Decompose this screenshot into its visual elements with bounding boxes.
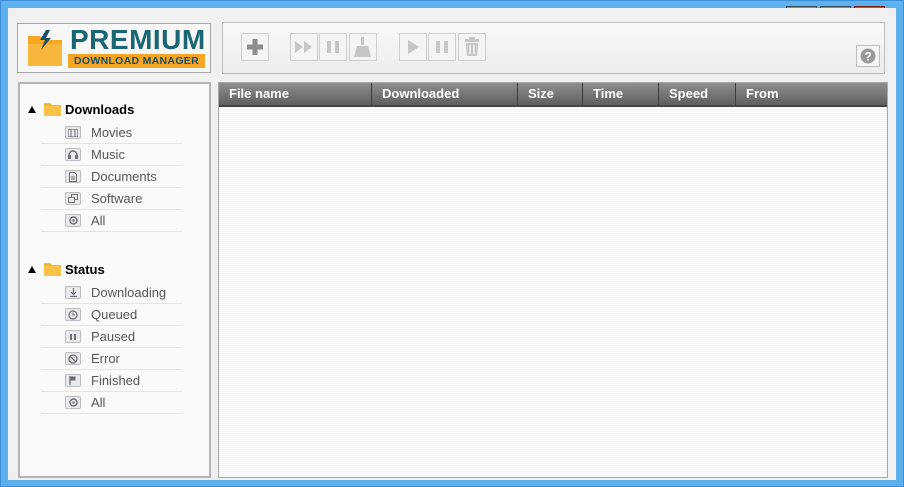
sidebar-item-movies[interactable]: Movies	[41, 122, 182, 144]
column-file-name[interactable]: File name	[219, 83, 372, 105]
sidebar-item-all-downloads[interactable]: All	[41, 210, 182, 232]
folder-icon	[44, 103, 61, 116]
delete-icon	[465, 37, 479, 56]
sidebar-item-documents[interactable]: Documents	[41, 166, 182, 188]
error-icon	[65, 352, 81, 365]
document-icon	[65, 170, 81, 183]
sidebar-item-software[interactable]: Software	[41, 188, 182, 210]
pause-icon	[436, 41, 448, 53]
sidebar-item-label: Software	[91, 191, 143, 206]
delete-button[interactable]	[458, 33, 486, 61]
sidebar-item-label: Movies	[91, 125, 133, 140]
collapse-triangle-icon	[28, 265, 36, 273]
sidebar-item-paused[interactable]: Paused	[41, 326, 182, 348]
start-button[interactable]	[399, 33, 427, 61]
sidebar-item-downloading[interactable]: Downloading	[41, 282, 182, 304]
sidebar-item-error[interactable]: Error	[41, 348, 182, 370]
sidebar-item-label: All	[91, 213, 106, 228]
downloads-group-title: Downloads	[65, 101, 135, 117]
downloads-group-header[interactable]: Downloads	[28, 100, 134, 118]
folder-logo-icon	[28, 30, 62, 66]
folder-icon	[44, 263, 61, 276]
pause-button[interactable]	[428, 33, 456, 61]
flag-icon	[65, 374, 81, 387]
sidebar-item-finished[interactable]: Finished	[41, 370, 182, 392]
help-button[interactable]: ?	[856, 45, 880, 67]
help-label: ?	[864, 50, 871, 64]
status-group-header[interactable]: Status	[28, 260, 105, 278]
toolbar: ?	[222, 22, 885, 74]
status-group-title: Status	[65, 261, 105, 277]
resume-all-icon	[295, 41, 312, 53]
sidebar-item-queued[interactable]: Queued	[41, 304, 182, 326]
resume-all-button[interactable]	[290, 33, 318, 61]
sidebar-item-label: Music	[91, 147, 125, 162]
clean-icon	[354, 37, 371, 57]
film-icon	[65, 126, 81, 139]
help-icon: ?	[860, 48, 876, 64]
sidebar-item-label: Queued	[91, 307, 138, 322]
software-icon	[65, 192, 81, 205]
column-downloaded[interactable]: Downloaded	[372, 83, 518, 105]
all-icon	[65, 396, 81, 409]
logo-subtitle: DOWNLOAD MANAGER	[68, 54, 205, 68]
add-download-button[interactable]	[241, 33, 269, 61]
all-icon	[65, 214, 81, 227]
pause-all-button[interactable]	[319, 33, 347, 61]
sidebar-item-label: Documents	[91, 169, 157, 184]
logo-title: PREMIUM	[70, 24, 206, 55]
sidebar-item-label: Finished	[91, 373, 141, 388]
clock-icon	[65, 308, 81, 321]
headphones-icon	[65, 148, 81, 161]
sidebar-item-music[interactable]: Music	[41, 144, 182, 166]
download-arrow-icon	[65, 286, 81, 299]
column-speed[interactable]: Speed	[659, 83, 736, 105]
collapse-triangle-icon	[28, 105, 36, 113]
app-window: PREMIUM DOWNLOAD MANAGER ? Downloads Mov…	[0, 0, 904, 487]
client-area: PREMIUM DOWNLOAD MANAGER ? Downloads Mov…	[8, 8, 896, 480]
app-logo: PREMIUM DOWNLOAD MANAGER	[17, 23, 211, 73]
category-sidebar: Downloads Movies Music Documents Softwar…	[18, 82, 211, 478]
clean-button[interactable]	[349, 33, 377, 61]
pause-all-icon	[327, 41, 339, 53]
sidebar-item-label: Error	[91, 351, 120, 366]
sidebar-item-label: All	[91, 395, 106, 410]
sidebar-item-label: Downloading	[91, 285, 167, 300]
column-size[interactable]: Size	[518, 83, 583, 105]
sidebar-item-all-status[interactable]: All	[41, 392, 182, 414]
sidebar-item-label: Paused	[91, 329, 136, 344]
column-time[interactable]: Time	[583, 83, 659, 105]
start-icon	[408, 40, 419, 54]
pause-small-icon	[65, 330, 81, 343]
list-header: File name Downloaded Size Time Speed Fro…	[219, 83, 887, 107]
add-icon	[247, 39, 263, 55]
download-list[interactable]: File name Downloaded Size Time Speed Fro…	[218, 82, 888, 478]
column-from[interactable]: From	[736, 83, 887, 105]
